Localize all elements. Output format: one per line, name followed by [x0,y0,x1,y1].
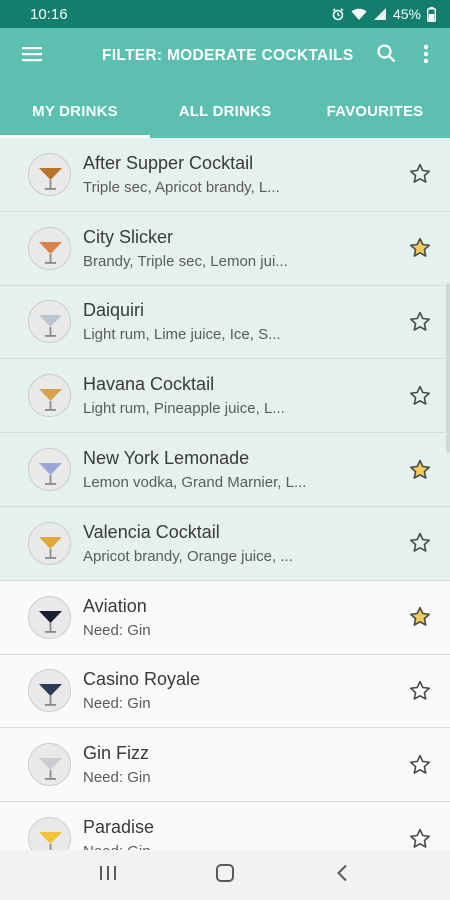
drink-thumbnail [28,669,71,713]
drink-name: Gin Fizz [83,743,150,764]
drink-thumbnail [28,448,71,492]
scrollbar[interactable] [446,283,450,453]
drink-text: Aviation Need: Gin [83,596,390,639]
drink-thumbnail [28,374,71,418]
signal-icon [373,7,387,21]
drink-ingredients: Light rum, Pineapple juice, L... [83,400,285,418]
drink-name: Aviation [83,595,147,616]
tab-label: MY DRINKS [32,102,118,120]
drink-row[interactable]: Casino Royale Need: Gin [0,654,450,729]
drink-ingredients: Brandy, Triple sec, Lemon jui... [83,252,288,270]
home-icon [215,863,235,888]
drink-ingredients: Need: Gin [83,621,151,639]
alarm-icon [331,7,345,21]
status-time: 10:16 [30,5,68,23]
wifi-icon [351,7,367,21]
star-icon[interactable] [390,359,450,432]
search-icon [376,44,396,68]
drink-name: New York Lemonade [83,448,250,469]
drink-name: Daiquiri [83,300,145,321]
star-icon[interactable] [390,802,450,850]
drink-list[interactable]: After Supper Cocktail Triple sec, Apricot… [0,138,450,850]
menu-button[interactable] [4,28,60,84]
back-icon [336,864,348,887]
drink-text: Havana Cocktail Light rum, Pineapple juic… [83,374,390,417]
star-icon[interactable] [390,507,450,580]
drink-name: Valencia Cocktail [83,521,220,542]
drink-name: City Slicker [83,226,174,247]
back-button[interactable] [317,850,367,900]
tab-label: ALL DRINKS [178,102,272,120]
drink-row[interactable]: Daiquiri Light rum, Lime juice, Ice, S... [0,285,450,360]
favourite-star-icon[interactable] [390,433,450,506]
drink-thumbnail [28,817,71,850]
drink-name: Casino Royale [83,669,201,690]
drink-thumbnail [28,152,71,196]
drink-thumbnail [28,226,71,270]
drink-row[interactable]: After Supper Cocktail Triple sec, Apricot… [0,138,450,212]
tab-all-drinks[interactable]: ALL DRINKS [150,84,300,138]
drink-thumbnail [28,743,71,787]
drink-row[interactable]: City Slicker Brandy, Triple sec, Lemon ju… [0,211,450,286]
drink-name: Paradise [83,817,155,838]
page-title: FILTER: MODERATE COCKTAILS [102,47,354,64]
drink-thumbnail [28,595,71,639]
hamburger-icon [22,46,42,67]
battery-percent: 45% [392,6,421,22]
drink-thumbnail [28,300,71,344]
home-button[interactable] [200,850,250,900]
drink-text: Casino Royale Need: Gin [83,669,390,712]
star-icon[interactable] [390,728,450,801]
drink-row[interactable]: New York Lemonade Lemon vodka, Grand Marn… [0,433,450,507]
recents-icon [99,865,117,886]
drink-text: Gin Fizz Need: Gin [83,743,390,786]
app-bar: FILTER: MODERATE COCKTAILS [0,28,450,84]
overflow-menu-button[interactable] [406,28,446,84]
tab-label: FAVOURITES [326,102,424,120]
drink-text: New York Lemonade Lemon vodka, Grand Marn… [83,448,390,491]
drink-row[interactable]: Valencia Cocktail Apricot brandy, Orange … [0,506,450,581]
drink-row[interactable]: Havana Cocktail Light rum, Pineapple juic… [0,359,450,434]
favourite-star-icon[interactable] [390,212,450,285]
drink-ingredients: Light rum, Lime juice, Ice, S... [83,326,281,344]
tab-my-drinks[interactable]: MY DRINKS [0,84,150,138]
recents-button[interactable] [83,850,133,900]
drink-row[interactable]: Aviation Need: Gin [0,580,450,655]
star-icon[interactable] [390,138,450,211]
tab-favourites[interactable]: FAVOURITES [300,84,450,138]
drink-ingredients: Apricot brandy, Orange juice, ... [83,547,293,565]
battery-icon [427,6,436,22]
search-button[interactable] [366,28,406,84]
drink-ingredients: Need: Gin [83,695,151,713]
drink-text: City Slicker Brandy, Triple sec, Lemon ju… [83,227,390,270]
drink-text: After Supper Cocktail Triple sec, Apricot… [83,153,390,196]
status-icons: 45% [331,6,436,22]
tab-bar: MY DRINKS ALL DRINKS FAVOURITES [0,84,450,138]
drink-ingredients: Lemon vodka, Grand Marnier, L... [83,474,307,492]
system-nav-bar [0,850,450,900]
drink-ingredients: Triple sec, Apricot brandy, L... [83,178,280,196]
drink-row[interactable]: Paradise Need: Gin [0,802,450,850]
drink-ingredients: Need: Gin [83,769,151,787]
star-icon[interactable] [390,286,450,359]
drink-name: Havana Cocktail [83,374,215,395]
drink-name: After Supper Cocktail [83,152,254,173]
drink-row[interactable]: Gin Fizz Need: Gin [0,728,450,803]
drink-thumbnail [28,521,71,565]
drink-text: Valencia Cocktail Apricot brandy, Orange … [83,522,390,565]
favourite-star-icon[interactable] [390,581,450,654]
star-icon[interactable] [390,654,450,727]
more-vert-icon [423,44,429,69]
drink-ingredients: Need: Gin [83,843,390,850]
drink-text: Paradise Need: Gin [83,817,390,850]
drink-text: Daiquiri Light rum, Lime juice, Ice, S... [83,300,390,343]
status-bar: 10:16 45% [0,0,450,28]
